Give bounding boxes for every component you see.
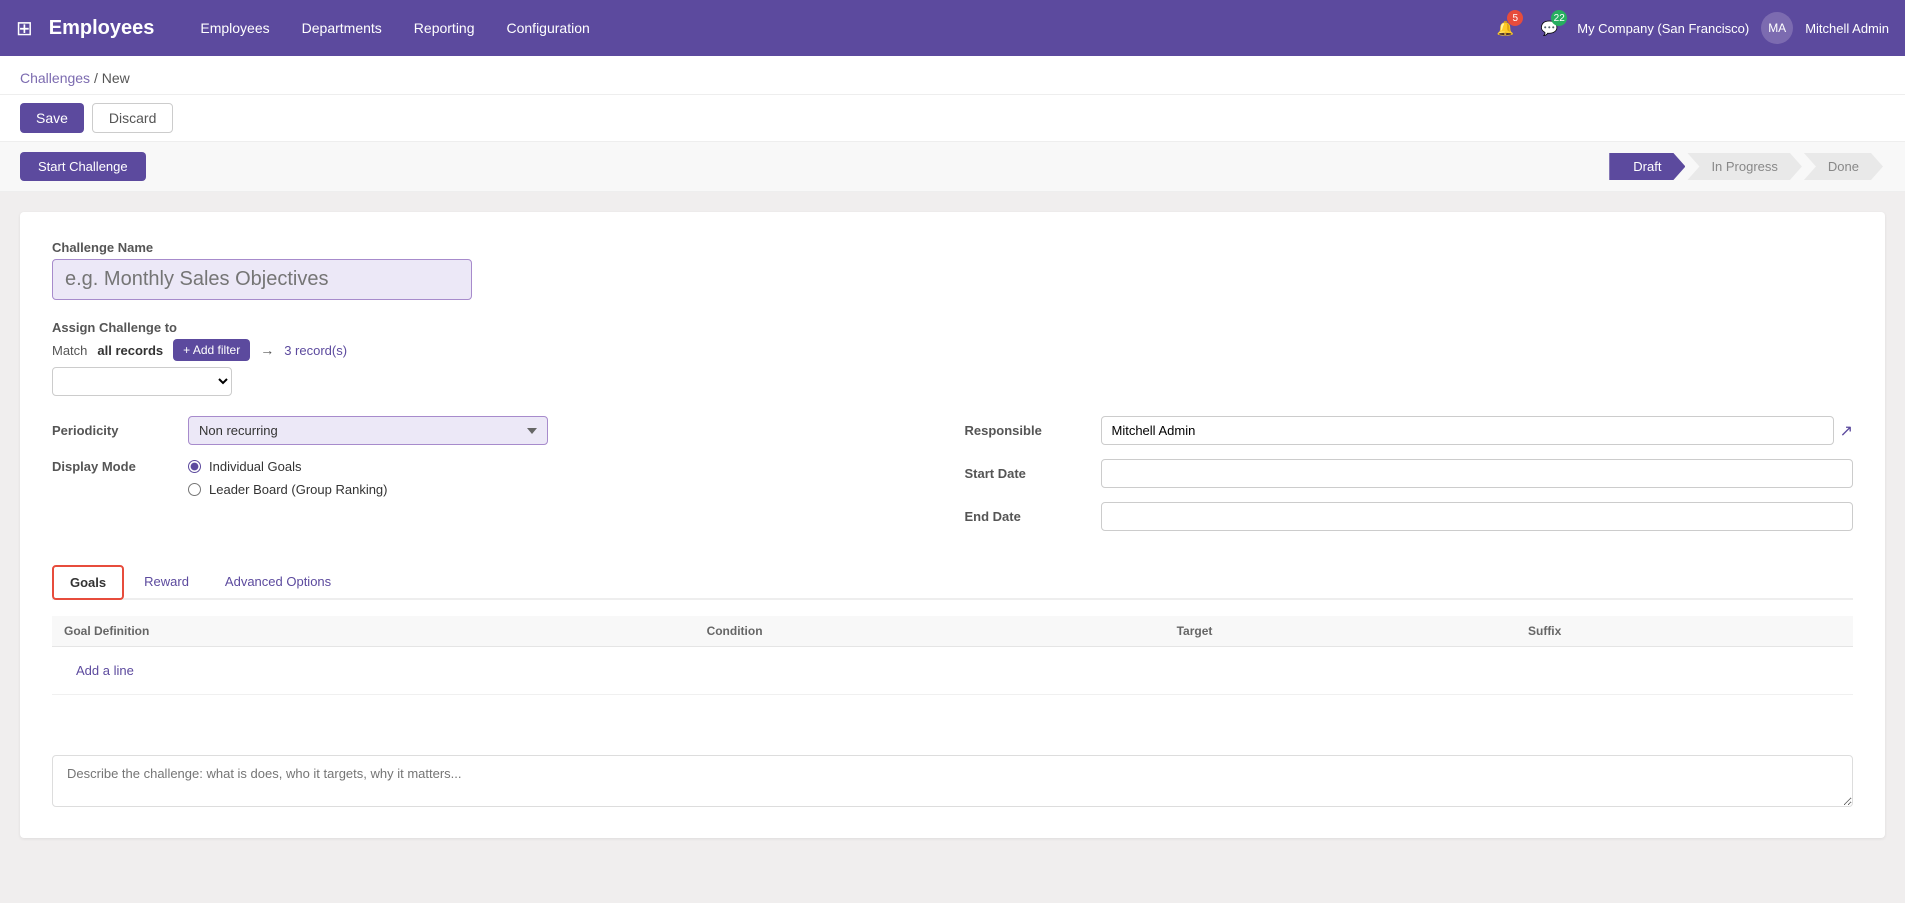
end-date-wrapper xyxy=(1101,502,1854,531)
description-group xyxy=(52,755,1853,810)
assign-challenge-group: Assign Challenge to Match all records + … xyxy=(52,320,1853,396)
challenge-name-group: Challenge Name xyxy=(52,240,1853,300)
periodicity-select[interactable]: Non recurring Daily Weekly Monthly Yearl… xyxy=(188,416,548,445)
avatar-initials: MA xyxy=(1761,12,1793,44)
assign-row: Match all records + Add filter → 3 recor… xyxy=(52,339,1853,361)
col-condition: Condition xyxy=(695,616,1165,647)
discard-button[interactable]: Discard xyxy=(92,103,173,133)
goals-tab-content: Goal Definition Condition Target Suffix … xyxy=(52,616,1853,695)
goals-table: Goal Definition Condition Target Suffix … xyxy=(52,616,1853,695)
form-two-col: Periodicity Non recurring Daily Weekly M… xyxy=(52,416,1853,545)
content-spacer xyxy=(52,695,1853,755)
top-navigation: ⊞ Employees Employees Departments Report… xyxy=(0,0,1905,56)
tab-advanced-options[interactable]: Advanced Options xyxy=(209,565,347,600)
end-date-row: End Date xyxy=(965,502,1854,531)
nav-employees[interactable]: Employees xyxy=(186,12,283,44)
form-card: Challenge Name Assign Challenge to Match… xyxy=(20,212,1885,838)
tab-reward[interactable]: Reward xyxy=(128,565,205,600)
bell-badge: 5 xyxy=(1507,10,1523,26)
stage-indicator: Draft In Progress Done xyxy=(1609,153,1885,180)
description-textarea[interactable] xyxy=(52,755,1853,807)
grid-icon[interactable]: ⊞ xyxy=(16,16,33,41)
chat-icon-button[interactable]: 💬 22 xyxy=(1533,12,1565,44)
responsible-input[interactable] xyxy=(1101,416,1834,445)
start-date-label: Start Date xyxy=(965,466,1085,481)
stage-done: Done xyxy=(1804,153,1883,180)
end-date-input[interactable] xyxy=(1101,502,1854,531)
challenge-name-label: Challenge Name xyxy=(52,240,1853,255)
start-date-input[interactable] xyxy=(1101,459,1854,488)
responsible-row: Responsible ↗ xyxy=(965,416,1854,445)
records-count[interactable]: 3 record(s) xyxy=(284,343,347,358)
save-button[interactable]: Save xyxy=(20,103,84,133)
nav-reporting[interactable]: Reporting xyxy=(400,12,489,44)
col-target: Target xyxy=(1165,616,1516,647)
display-leaderboard-label: Leader Board (Group Ranking) xyxy=(209,482,388,497)
domain-selector-row xyxy=(52,367,1853,396)
nav-menu: Employees Departments Reporting Configur… xyxy=(186,12,1481,44)
company-name: My Company (San Francisco) xyxy=(1577,21,1749,36)
responsible-field-wrapper: ↗ xyxy=(1101,416,1854,445)
domain-select[interactable] xyxy=(52,367,232,396)
add-filter-button[interactable]: + Add filter xyxy=(173,339,250,361)
main-content: Challenge Name Assign Challenge to Match… xyxy=(0,192,1905,858)
user-avatar[interactable]: MA xyxy=(1761,12,1793,44)
user-name: Mitchell Admin xyxy=(1805,21,1889,36)
tab-goals[interactable]: Goals xyxy=(52,565,124,600)
match-text: Match xyxy=(52,343,87,358)
breadcrumb-current: New xyxy=(102,70,130,86)
form-left-col: Periodicity Non recurring Daily Weekly M… xyxy=(52,416,941,545)
form-right-col: Responsible ↗ Start Date End Date xyxy=(965,416,1854,545)
match-all: all records xyxy=(97,343,163,358)
display-leaderboard-option[interactable]: Leader Board (Group Ranking) xyxy=(188,482,388,497)
start-challenge-button[interactable]: Start Challenge xyxy=(20,152,146,181)
display-mode-row: Display Mode Individual Goals Leader Boa… xyxy=(52,459,941,497)
breadcrumb: Challenges / New xyxy=(0,56,1905,95)
nav-configuration[interactable]: Configuration xyxy=(493,12,604,44)
breadcrumb-parent[interactable]: Challenges xyxy=(20,70,90,86)
display-individual-option[interactable]: Individual Goals xyxy=(188,459,388,474)
breadcrumb-separator: / xyxy=(94,70,102,86)
add-line-link[interactable]: Add a line xyxy=(64,655,146,686)
col-suffix: Suffix xyxy=(1516,616,1853,647)
display-mode-label: Display Mode xyxy=(52,459,172,474)
stage-in-progress: In Progress xyxy=(1687,153,1801,180)
goals-table-body: Add a line xyxy=(52,647,1853,695)
status-bar: Start Challenge Draft In Progress Done xyxy=(0,142,1905,192)
app-brand: Employees xyxy=(49,17,155,40)
periodicity-label: Periodicity xyxy=(52,423,172,438)
end-date-label: End Date xyxy=(965,509,1085,524)
top-right-actions: 🔔 5 💬 22 My Company (San Francisco) MA M… xyxy=(1489,12,1889,44)
action-bar: Save Discard xyxy=(0,95,1905,142)
col-goal-definition: Goal Definition xyxy=(52,616,695,647)
arrow-icon: → xyxy=(260,342,274,358)
responsible-label: Responsible xyxy=(965,423,1085,438)
display-mode-options: Individual Goals Leader Board (Group Ran… xyxy=(188,459,388,497)
chat-badge: 22 xyxy=(1551,10,1567,26)
display-individual-radio[interactable] xyxy=(188,460,201,473)
add-line-row: Add a line xyxy=(52,647,1853,695)
challenge-name-input[interactable] xyxy=(52,259,472,300)
display-individual-label: Individual Goals xyxy=(209,459,302,474)
start-date-wrapper xyxy=(1101,459,1854,488)
stage-draft: Draft xyxy=(1609,153,1685,180)
periodicity-row: Periodicity Non recurring Daily Weekly M… xyxy=(52,416,941,445)
nav-departments[interactable]: Departments xyxy=(288,12,396,44)
notifications-bell[interactable]: 🔔 5 xyxy=(1489,12,1521,44)
display-leaderboard-radio[interactable] xyxy=(188,483,201,496)
start-date-row: Start Date xyxy=(965,459,1854,488)
assign-challenge-label: Assign Challenge to xyxy=(52,320,1853,335)
tabs-container: Goals Reward Advanced Options xyxy=(52,565,1853,600)
external-link-icon[interactable]: ↗ xyxy=(1840,421,1853,441)
